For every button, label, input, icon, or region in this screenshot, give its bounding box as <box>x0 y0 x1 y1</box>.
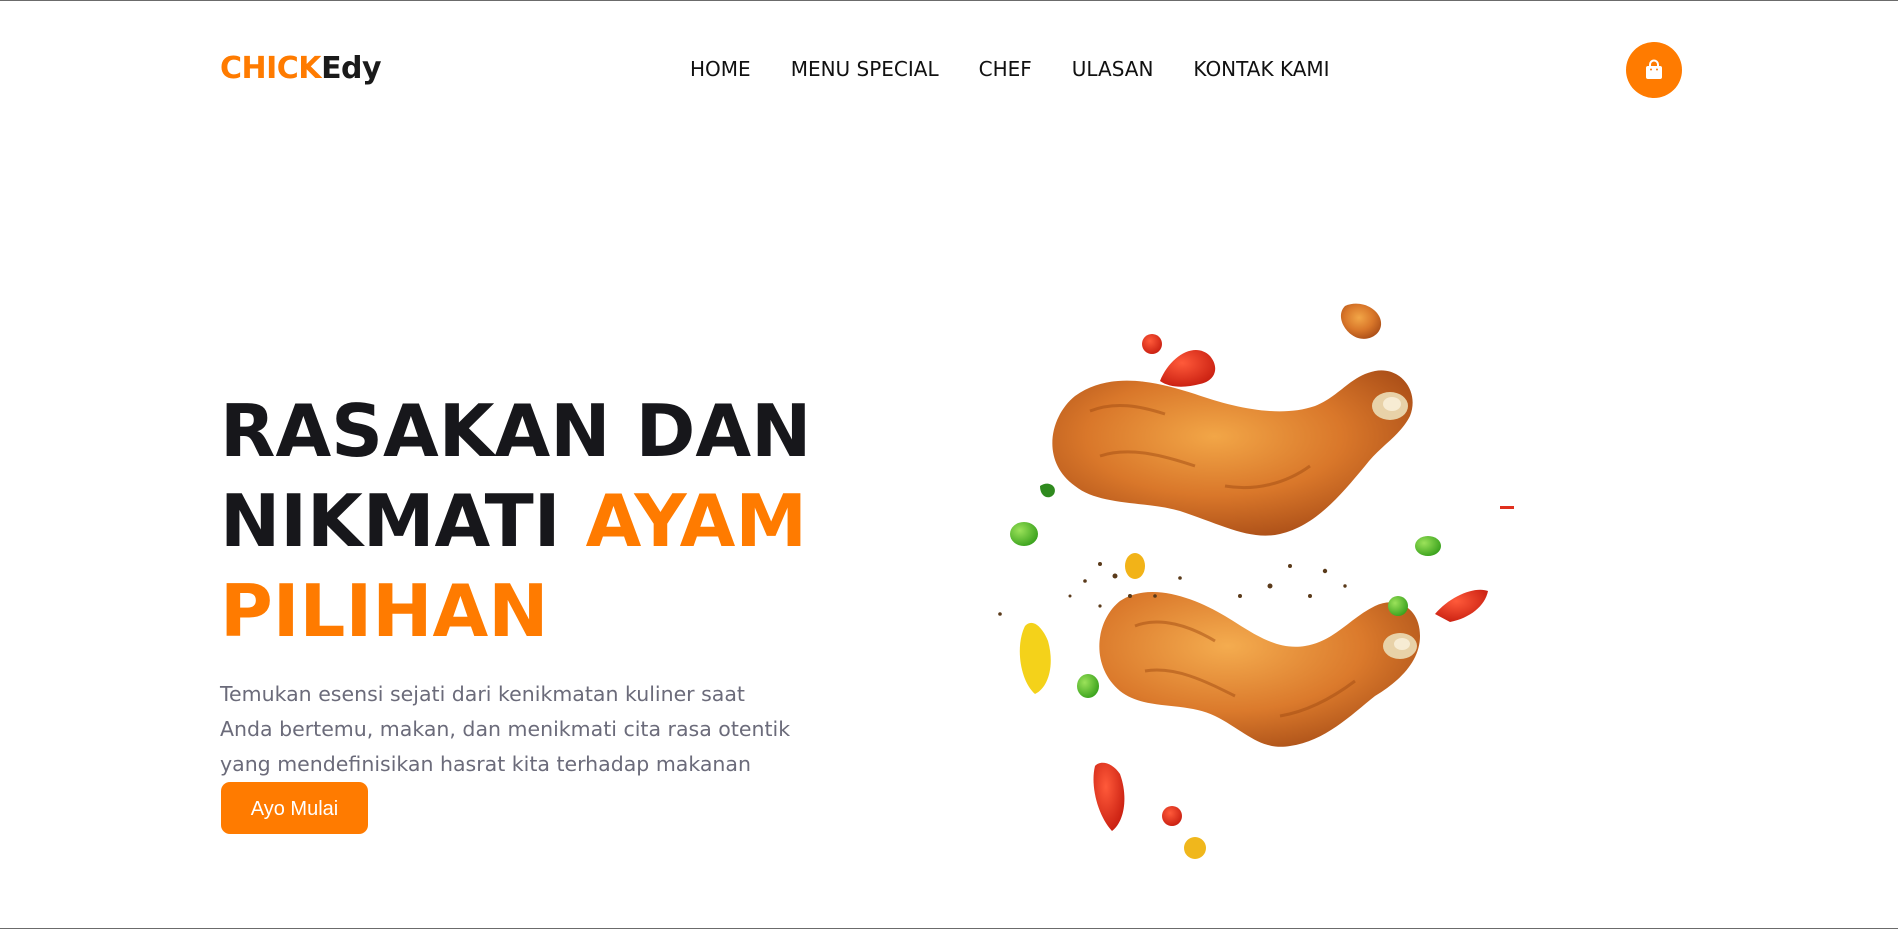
hero-title: RASAKAN DAN NIKMATI AYAM PILIHAN <box>220 386 840 656</box>
landing-page: CHICKEdy HOME MENU SPECIAL CHEF ULASAN K… <box>0 0 1898 929</box>
hero-description: Temukan esensi sejati dari kenikmatan ku… <box>220 682 791 776</box>
hero-title-accent-pilihan: PILIHAN <box>220 569 549 653</box>
cart-button[interactable] <box>1626 42 1682 98</box>
nav-ulasan[interactable]: ULASAN <box>1072 55 1154 83</box>
nav-menu-special[interactable]: MENU SPECIAL <box>791 55 939 83</box>
nav-kontak-kami[interactable]: KONTAK KAMI <box>1193 55 1329 83</box>
nav-home[interactable]: HOME <box>690 55 751 83</box>
fried-chicken-image <box>998 303 1514 859</box>
hero-title-line1: RASAKAN DAN <box>220 389 812 473</box>
start-button[interactable]: Ayo Mulai <box>221 782 368 834</box>
hero-title-accent-ayam: AYAM <box>585 479 808 563</box>
nav-chef[interactable]: CHEF <box>979 55 1032 83</box>
main-nav: HOME MENU SPECIAL CHEF ULASAN KONTAK KAM… <box>690 55 1330 83</box>
shopping-bag-icon <box>1646 59 1662 79</box>
brand-logo[interactable]: CHICKEdy <box>220 49 382 89</box>
brand-logo-part1: CHICK <box>220 51 322 86</box>
hero-title-line2: NIKMATI <box>220 479 586 563</box>
brand-logo-part2: Edy <box>321 51 382 86</box>
